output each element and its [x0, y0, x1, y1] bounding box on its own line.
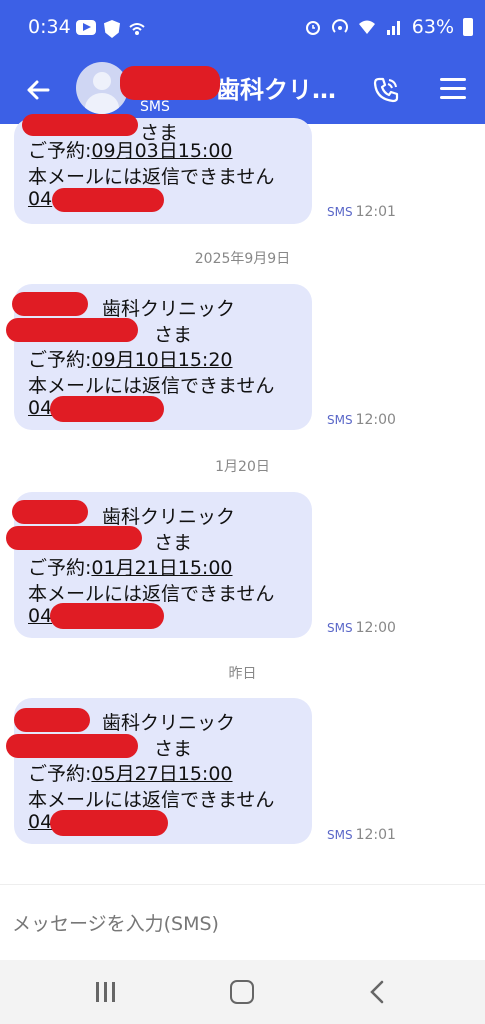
redaction [50, 810, 168, 836]
salutation: さま [154, 532, 193, 554]
appointment-line: ご予約:01月21日15:00 [28, 557, 233, 579]
redaction [14, 708, 90, 732]
nav-home-icon[interactable] [230, 980, 254, 1004]
redaction [12, 292, 88, 316]
appointment-datetime[interactable]: 05月27日15:00 [91, 763, 232, 785]
redacted-contact-name [120, 66, 220, 100]
redaction [50, 603, 164, 629]
phone-number[interactable]: 04 [28, 188, 52, 210]
redaction [22, 114, 138, 136]
clinic-name: 歯科クリニック [102, 712, 236, 734]
redaction [6, 526, 142, 550]
redaction [52, 188, 164, 212]
back-arrow-icon[interactable] [22, 74, 54, 106]
wifi-icon [358, 20, 375, 34]
message-input[interactable] [10, 907, 454, 941]
message-meta: SMS 12:01 [327, 204, 396, 220]
redaction [6, 318, 138, 342]
appointment-datetime[interactable]: 09月10日15:20 [91, 349, 232, 371]
compose-bar [0, 884, 485, 961]
appointment-line: ご予約:05月27日15:00 [28, 763, 233, 785]
salutation: さま [154, 324, 193, 346]
message-meta: SMS 12:01 [327, 827, 396, 843]
clinic-name: 歯科クリニック [102, 298, 236, 320]
nav-recent-icon[interactable] [96, 982, 116, 1002]
redaction [12, 500, 88, 524]
system-nav-bar [0, 960, 485, 1024]
youtube-icon [76, 20, 96, 35]
redaction [6, 734, 138, 758]
alarm-icon [305, 21, 320, 35]
signal-icon [386, 21, 400, 35]
appointment-datetime[interactable]: 09月03日15:00 [91, 140, 232, 162]
phone-icon[interactable] [370, 74, 402, 106]
phone-number[interactable]: 04 [28, 811, 52, 833]
notice-text: 本メールには返信できません [28, 789, 275, 811]
message-meta: SMS 12:00 [327, 620, 396, 636]
appointment-line: ご予約:09月03日15:00 [28, 140, 233, 162]
appointment-datetime[interactable]: 01月21日15:00 [91, 557, 232, 579]
salutation: さま [154, 738, 193, 760]
date-separator: 昨日 [228, 666, 257, 682]
notice-text: 本メールには返信できません [28, 583, 275, 605]
shield-icon [104, 20, 120, 38]
status-time: 0:34 [28, 16, 71, 38]
notice-text: 本メールには返信できません [28, 375, 275, 397]
battery-percent: 63% [411, 16, 454, 38]
message-meta: SMS 12:00 [327, 412, 396, 428]
nav-back-icon[interactable] [370, 980, 384, 1004]
phone-number[interactable]: 04 [28, 605, 52, 627]
phone-number[interactable]: 04 [28, 397, 52, 419]
header-subtitle: SMS [140, 99, 170, 115]
status-bar: 0:34 63% [0, 0, 485, 56]
wifi-call-icon [129, 23, 145, 35]
redaction [50, 396, 164, 422]
hotspot-icon [331, 19, 348, 33]
appointment-line: ご予約:09月10日15:20 [28, 349, 233, 371]
date-separator: 1月20日 [215, 459, 270, 475]
date-separator: 2025年9月9日 [194, 251, 291, 267]
notice-text: 本メールには返信できません [28, 166, 275, 188]
clinic-name: 歯科クリニック [102, 506, 236, 528]
battery-icon [463, 18, 473, 36]
menu-icon[interactable] [440, 78, 466, 102]
